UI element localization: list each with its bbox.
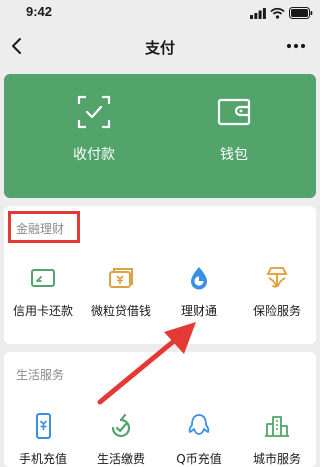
qq-coin-icon [188,414,210,435]
qq-coin-button[interactable]: Q币充值 [160,412,238,467]
insurance-icon [266,267,288,288]
receive-pay-label: 收付款 [73,147,115,163]
pay-wallet-card: 收付款 钱包 [4,74,316,198]
mobile-topup-label: 手机充值 [18,452,67,466]
credit-card-icon [31,269,55,287]
city-services-label: 城市服务 [252,452,301,466]
battery-icon [289,7,313,19]
wallet-button[interactable]: 钱包 [184,94,284,174]
annotation-arrow-icon [97,322,196,405]
finance-section-title: 金融理财 [16,222,65,236]
signal-icon [250,8,266,19]
utility-bill-button[interactable]: 生活缴费 [82,412,160,467]
insurance-label: 保险服务 [252,304,301,318]
city-services-icon [265,416,289,437]
wallet-icon [217,98,251,126]
credit-card-repay-label: 信用卡还款 [12,304,73,318]
nav-bar: 支付 [0,26,320,66]
insurance-button[interactable]: 保险服务 [238,264,316,319]
wallet-label: 钱包 [220,147,248,163]
credit-card-repay-button[interactable]: 信用卡还款 [4,264,82,319]
loan-icon [109,268,133,288]
mobile-topup-button[interactable]: 手机充值 [4,412,82,467]
wealth-label: 理财通 [180,304,217,318]
wealth-button[interactable]: 理财通 [160,264,238,319]
utility-bill-label: 生活缴费 [96,452,145,466]
city-services-button[interactable]: 城市服务 [238,412,316,467]
mobile-topup-icon [36,413,51,439]
receive-pay-button[interactable]: 收付款 [44,94,144,174]
loan-button[interactable]: 微粒贷借钱 [82,264,160,319]
wifi-icon [270,7,285,19]
status-bar: 9:42 [0,0,320,26]
status-time: 9:42 [26,4,53,19]
wealth-drop-icon [191,267,207,290]
ellipsis-icon[interactable] [286,42,306,50]
page-title: 支付 [144,39,175,57]
utility-bill-icon [111,413,131,438]
qq-coin-label: Q币充值 [176,452,222,466]
loan-label: 微粒贷借钱 [90,304,151,318]
scan-check-icon [77,95,111,129]
life-section-title: 生活服务 [16,368,65,382]
